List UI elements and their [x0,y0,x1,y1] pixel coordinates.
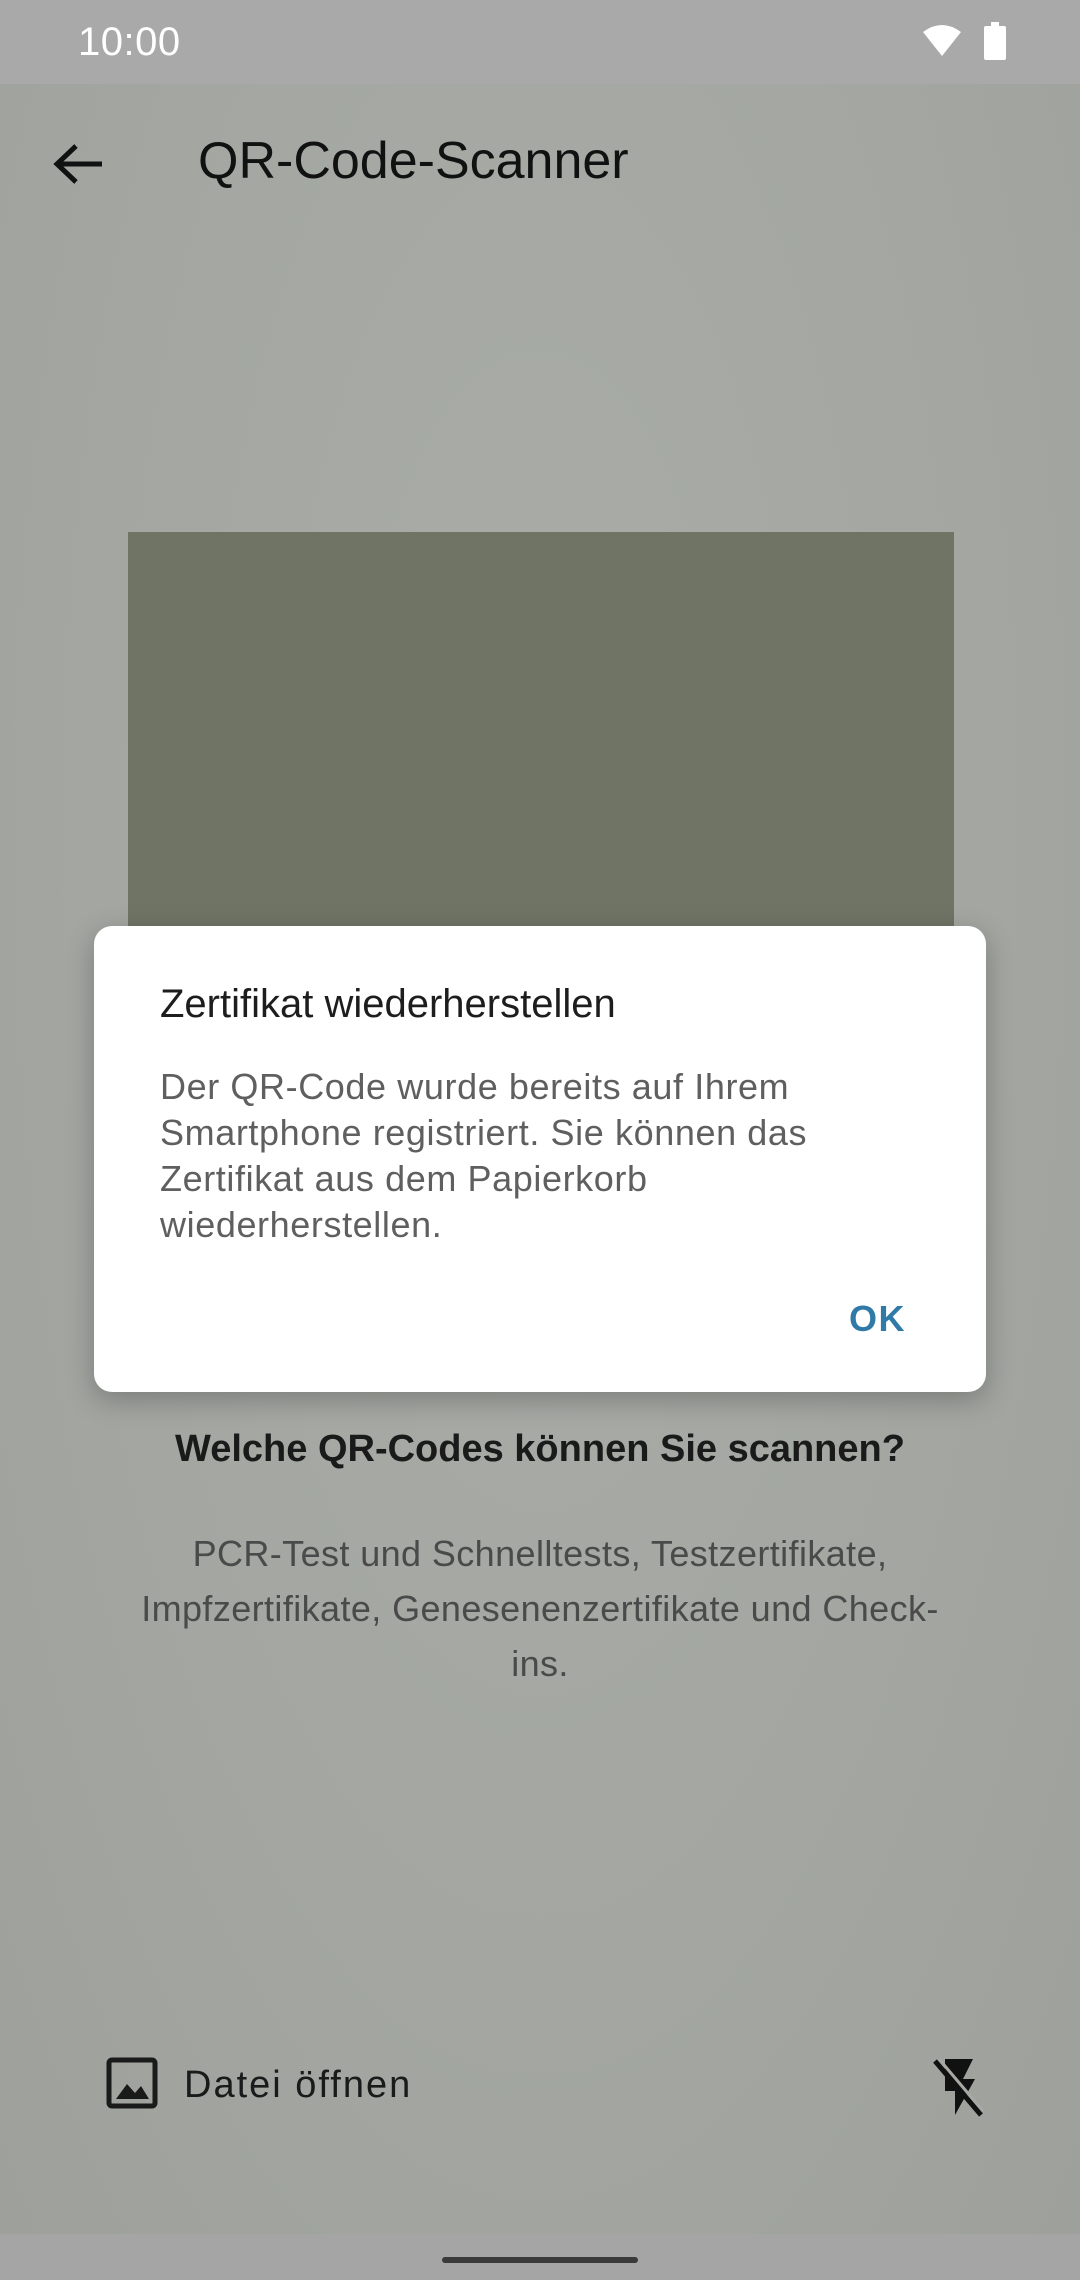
app-bar: QR-Code-Scanner [0,84,1080,244]
wifi-icon [922,24,962,63]
restore-certificate-dialog: Zertifikat wiederherstellen Der QR-Code … [94,926,986,1392]
open-file-button[interactable]: Datei öffnen [106,2050,412,2120]
dialog-message: Der QR-Code wurde bereits auf Ihrem Smar… [160,1066,808,1245]
scan-viewfinder [128,532,954,932]
status-time: 10:00 [78,20,181,64]
open-file-label: Datei öffnen [184,2063,413,2106]
navigation-bar [0,2234,1080,2280]
dialog-title: Zertifikat wiederherstellen [160,982,616,1026]
flash-toggle-button[interactable] [918,2050,998,2130]
info-heading: Welche QR-Codes können Sie scannen? [175,1428,905,1470]
status-bar: 10:00 [0,0,1080,84]
back-arrow-icon [52,142,104,191]
image-icon [106,2057,158,2114]
info-body: PCR-Test und Schnelltests, Testzertifika… [141,1533,939,1684]
ok-button[interactable]: OK [849,1298,906,1340]
page-title: QR-Code-Scanner [198,132,629,190]
flash-off-icon [931,2057,985,2124]
back-button[interactable] [38,126,118,206]
battery-icon [984,22,1006,65]
status-icons [922,22,1006,65]
home-indicator[interactable] [442,2257,638,2263]
